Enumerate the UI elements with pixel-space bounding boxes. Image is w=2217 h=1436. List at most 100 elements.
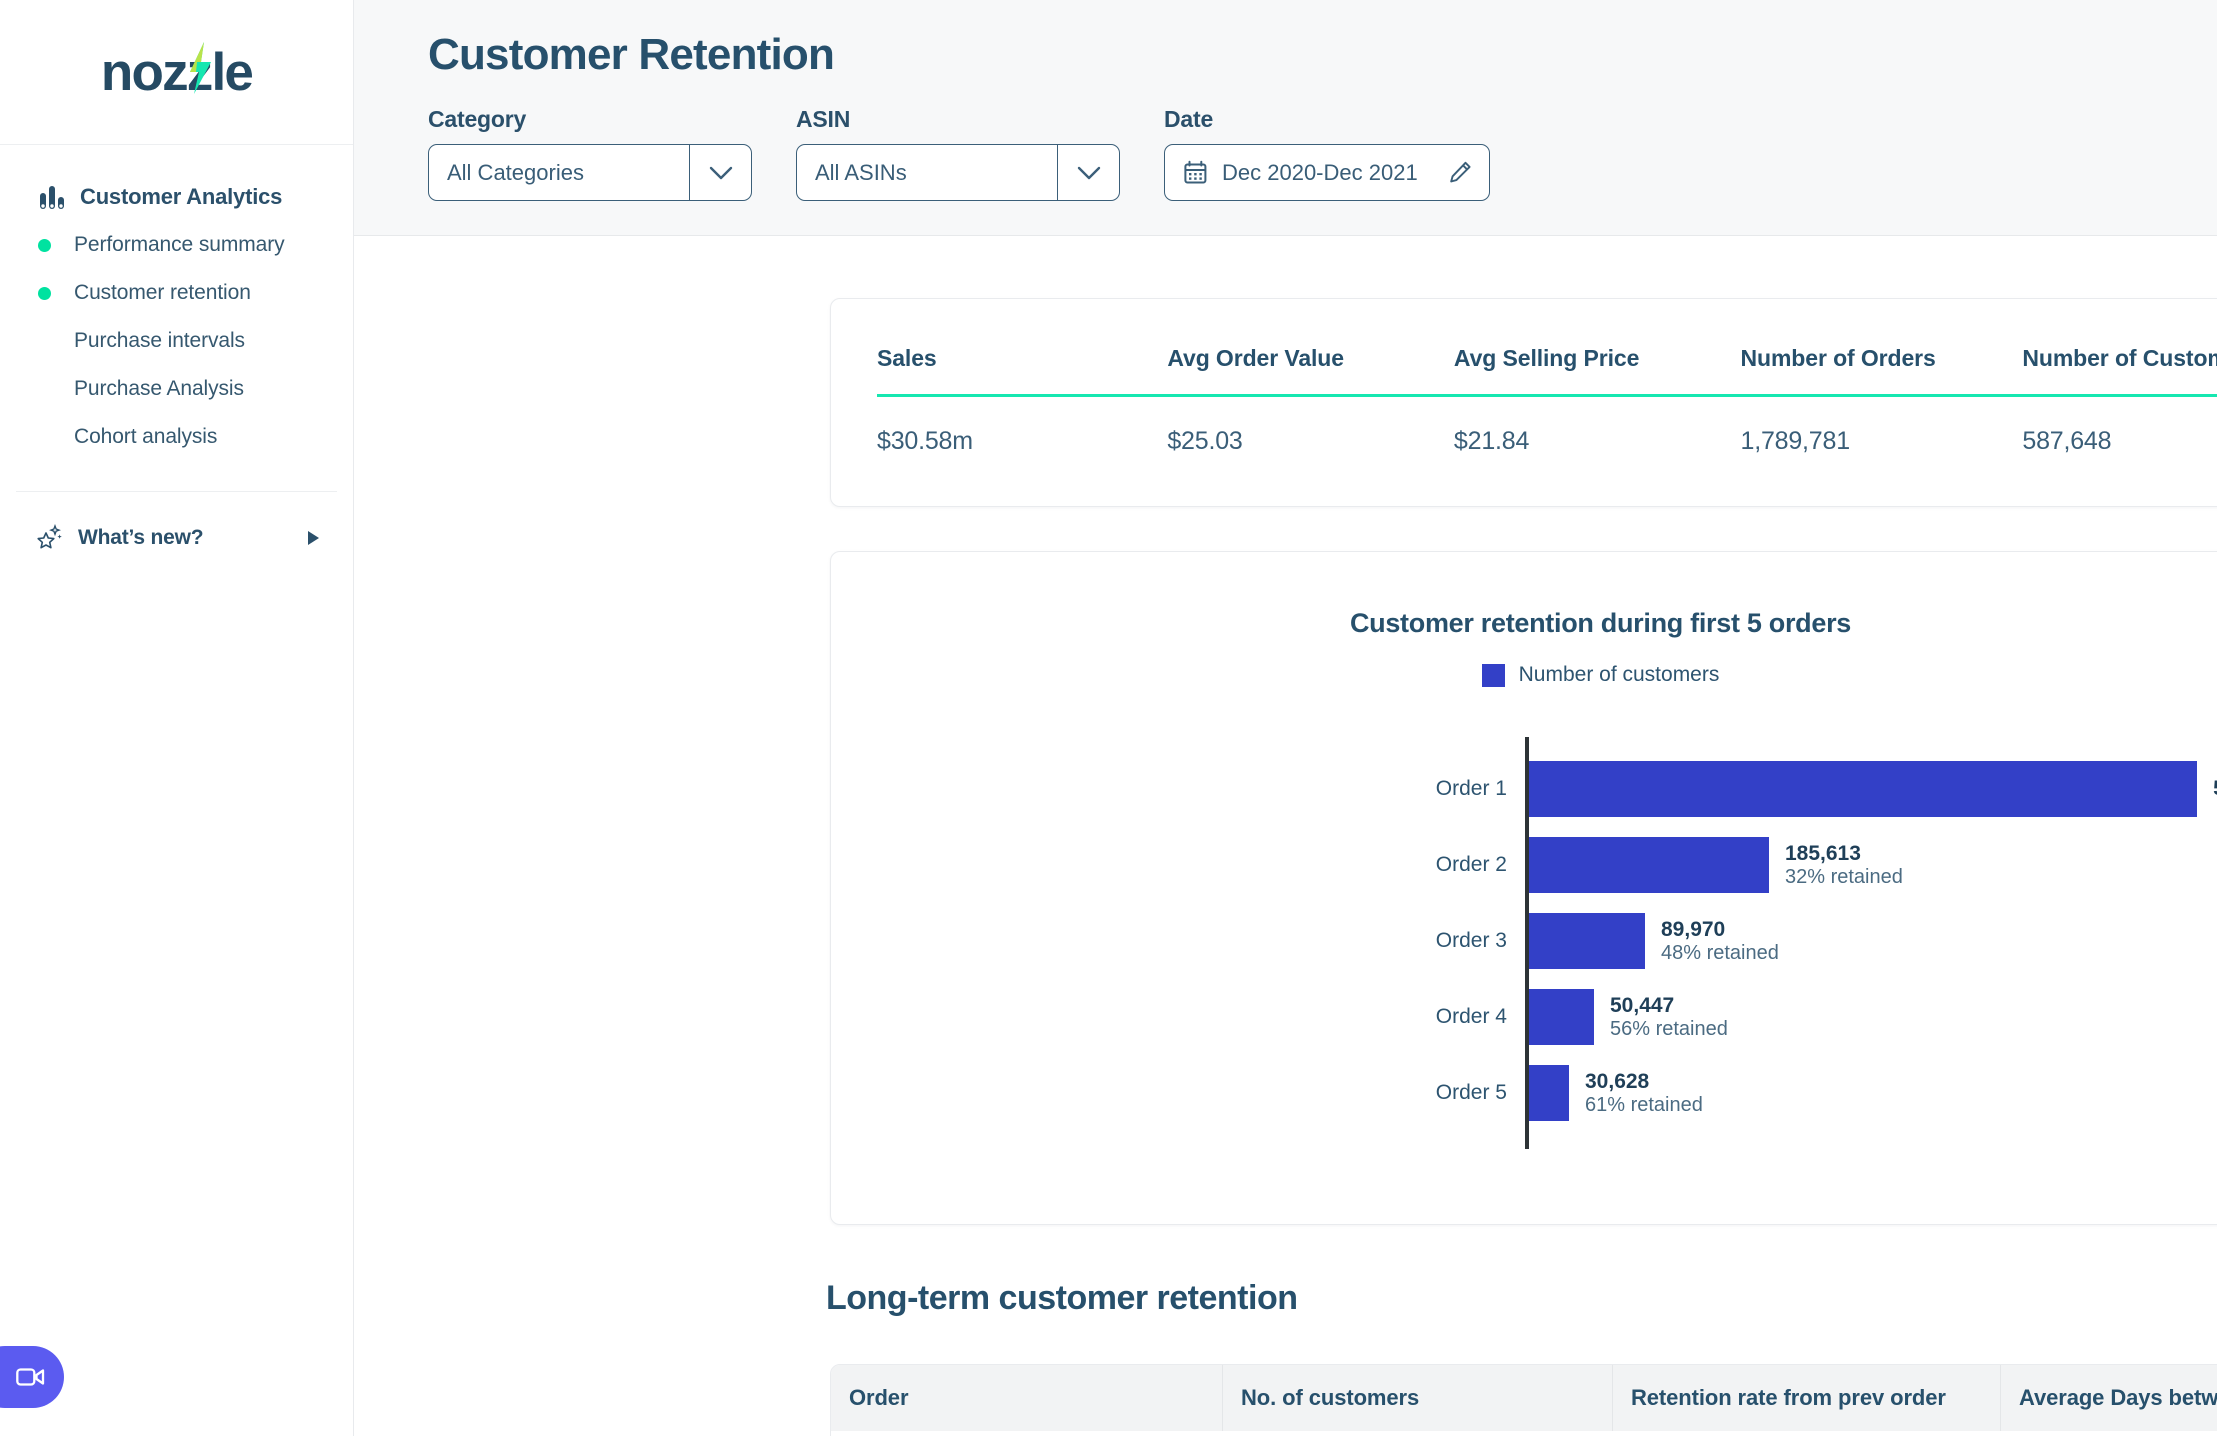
- pencil-icon[interactable]: [1448, 160, 1473, 185]
- brand-logo[interactable]: nozzle: [0, 0, 353, 145]
- main-content: Customer Retention Category All Categori…: [354, 0, 2217, 1436]
- sidebar-item-customer-retention[interactable]: Customer retention: [0, 269, 353, 317]
- chart-bar-label-group: 30,628 61% retained: [1585, 1070, 1703, 1116]
- chart-bar-retention: 48% retained: [1661, 941, 1779, 964]
- chart-bar[interactable]: [1529, 837, 1769, 893]
- chart-bar-label-group: 185,613 32% retained: [1785, 842, 1903, 888]
- chart-bar-label-group: 89,970 48% retained: [1661, 918, 1779, 964]
- chart-plot-area: Order 1 587,648 Order 2 185,61332% retained…: [831, 729, 2217, 1149]
- asin-select-value: All ASINs: [815, 159, 907, 185]
- sidebar-item-label: Purchase Analysis: [74, 377, 244, 400]
- sidebar-item-label: Customer retention: [74, 281, 251, 304]
- chart-bar-row[interactable]: Order 2 185,613 32% retained: [1436, 827, 2217, 903]
- chart-bars: Order 1 587,648 Order 2 185,61332% retained…: [1436, 751, 2217, 1131]
- category-select-value: All Categories: [447, 159, 584, 185]
- chart-bar-retention: 32% retained: [1785, 865, 1903, 888]
- chart-bar[interactable]: [1529, 761, 2198, 817]
- chart-bar-retention: 61% retained: [1585, 1093, 1703, 1116]
- chart-category-label: Order 4: [1435, 1005, 1507, 1028]
- chevron-down-icon[interactable]: [689, 145, 751, 200]
- chart-category-label: Order 5: [1435, 1081, 1507, 1104]
- sidebar-item-purchase-intervals[interactable]: Purchase intervals: [0, 317, 353, 365]
- chart-bar-value: 50,447: [1610, 994, 1675, 1018]
- sidebar-item-label: Performance summary: [74, 233, 285, 256]
- category-select[interactable]: All Categories: [428, 144, 752, 201]
- chart-bar-row[interactable]: Order 4 50,447 56% retained: [1436, 979, 2217, 1055]
- active-dot-icon: [38, 238, 51, 252]
- chart-bar-value: 185,613: [1785, 842, 1861, 866]
- chart-bar[interactable]: [1529, 913, 1645, 969]
- legend-swatch: [1481, 663, 1505, 687]
- sidebar-item-label: Customer Analytics: [80, 184, 283, 209]
- brand-logo-text: nozzle: [100, 42, 254, 102]
- kpi-header-avg-order-value: Avg Order Value: [1167, 345, 1344, 371]
- kpi-value-avg-order-value: $25.03: [1167, 427, 1243, 455]
- bar-chart-icon: [40, 186, 64, 209]
- chart-title: Customer retention during first 5 orders: [1349, 608, 1852, 638]
- kpi-value-avg-selling-price: $21.84: [1453, 427, 1530, 455]
- table-body: [831, 1431, 2217, 1436]
- kpi-accent-rule: [877, 394, 2217, 397]
- retention-chart-card: Customer retention during first 5 orders…: [830, 551, 2217, 1225]
- sidebar: nozzle Customer Analytics Performance su…: [0, 0, 354, 1436]
- dashboard-body: Sales Avg Order Value Avg Selling Price …: [354, 298, 2217, 1436]
- chart-bar-row[interactable]: Order 3 89,970 48% retained: [1436, 903, 2217, 979]
- kpi-value-sales: $30.58m: [877, 427, 973, 455]
- asin-select[interactable]: All ASINs: [796, 144, 1120, 201]
- chart-legend: Number of customers: [831, 663, 2217, 687]
- chart-bar-value: 89,970: [1661, 918, 1726, 942]
- chart-bar-row[interactable]: Order 1 587,648: [1436, 751, 2217, 827]
- kpi-header-number-of-customers: Number of Customers: [2022, 345, 2217, 371]
- date-range-picker[interactable]: Dec 2020-Dec 2021: [1164, 144, 1490, 201]
- sidebar-item-label: Cohort analysis: [74, 425, 218, 448]
- long-term-retention-table: Order No. of customers Retention rate fr…: [830, 1364, 2217, 1436]
- chart-bar-label-group: 587,648: [2213, 761, 2217, 817]
- chart-bar-value: 30,628: [1585, 1070, 1650, 1094]
- page-header: Customer Retention Category All Categori…: [354, 0, 2217, 236]
- sparkle-star-icon: [37, 524, 62, 549]
- kpi-header-sales: Sales: [877, 345, 937, 371]
- sidebar-item-customer-analytics[interactable]: Customer Analytics: [0, 173, 353, 221]
- sidebar-nav: Customer Analytics Performance summary C…: [0, 145, 353, 461]
- caret-right-icon: [308, 531, 319, 545]
- column-header-order: Order: [831, 1365, 1223, 1431]
- kpi-value-row: $30.58m $25.03 $21.84 1,789,781 587,648: [877, 427, 2217, 456]
- kpi-header-avg-selling-price: Avg Selling Price: [1453, 345, 1640, 371]
- chevron-down-icon[interactable]: [1057, 145, 1119, 200]
- whats-new-button[interactable]: What’s new?: [0, 492, 353, 552]
- calendar-icon: [1184, 160, 1207, 184]
- filter-category: Category All Categories: [428, 106, 752, 201]
- filter-asin: ASIN All ASINs: [796, 106, 1120, 201]
- lightning-bolt-icon: [189, 41, 211, 94]
- active-dot-icon: [38, 286, 51, 300]
- chart-category-label: Order 3: [1435, 929, 1507, 952]
- column-header-no-of-customers: No. of customers: [1223, 1365, 1613, 1431]
- chart-bar-value: 587,648: [2213, 777, 2217, 801]
- kpi-summary-card: Sales Avg Order Value Avg Selling Price …: [830, 298, 2217, 507]
- legend-label: Number of customers: [1518, 663, 1720, 686]
- filter-label: Date: [1164, 106, 1214, 132]
- chart-bar-retention: 56% retained: [1610, 1017, 1728, 1040]
- chart-bar[interactable]: [1529, 1065, 1569, 1121]
- filter-date: Date Dec 2020-Dec 2021: [1164, 106, 1490, 201]
- filter-bar: Category All Categories ASIN All ASINs D…: [428, 106, 2217, 201]
- sidebar-item-performance-summary[interactable]: Performance summary: [0, 221, 353, 269]
- sidebar-item-purchase-analysis[interactable]: Purchase Analysis: [0, 365, 353, 413]
- chart-category-label: Order 1: [1435, 777, 1507, 800]
- column-header-average-days: Average Days between orders: [2019, 1385, 2217, 1410]
- page-title: Customer Retention: [428, 30, 835, 79]
- status-dot-slot: [38, 286, 74, 300]
- video-help-button[interactable]: [0, 1346, 64, 1408]
- chart-bar-row[interactable]: Order 5 30,628 61% retained: [1436, 1055, 2217, 1131]
- long-term-section-title: Long-term customer retention: [826, 1279, 1298, 1317]
- sidebar-item-cohort-analysis[interactable]: Cohort analysis: [0, 413, 353, 461]
- chart-bar-label-group: 50,447 56% retained: [1610, 994, 1728, 1040]
- status-dot-slot: [38, 238, 74, 252]
- chart-bar[interactable]: [1529, 989, 1594, 1045]
- video-camera-icon: [16, 1368, 45, 1386]
- whats-new-label: What’s new?: [78, 526, 204, 549]
- filter-label: Category: [428, 106, 527, 132]
- column-header-retention-rate: Retention rate from prev order: [1613, 1365, 2001, 1431]
- filter-label: ASIN: [796, 106, 851, 132]
- sidebar-item-label: Purchase intervals: [74, 329, 245, 352]
